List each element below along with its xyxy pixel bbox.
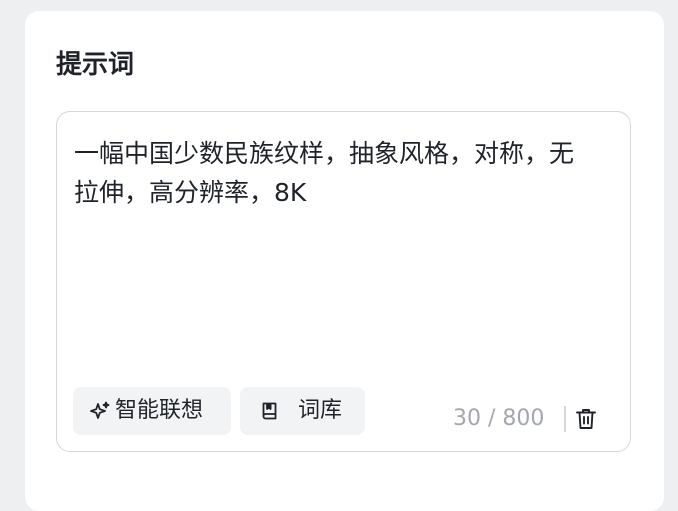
trash-icon — [576, 409, 596, 429]
prompt-textarea[interactable]: 一幅中国少数民族纹样，抽象风格，对称，无拉伸，高分辨率，8K 智能联想 词库 3… — [56, 111, 631, 452]
smart-association-button[interactable]: 智能联想 — [73, 387, 231, 435]
prompt-card: 提示词 一幅中国少数民族纹样，抽象风格，对称，无拉伸，高分辨率，8K 智能联想 … — [25, 11, 664, 511]
word-library-label: 词库 — [298, 398, 343, 423]
smart-association-label: 智能联想 — [115, 398, 204, 423]
book-icon — [259, 400, 281, 422]
section-title: 提示词 — [56, 50, 135, 80]
character-counter: 30 / 800 — [453, 406, 545, 431]
sparkle-icon — [89, 400, 111, 422]
word-library-button[interactable]: 词库 — [240, 387, 365, 435]
clear-button[interactable] — [573, 406, 599, 432]
divider — [564, 406, 566, 432]
prompt-text[interactable]: 一幅中国少数民族纹样，抽象风格，对称，无拉伸，高分辨率，8K — [74, 134, 594, 212]
